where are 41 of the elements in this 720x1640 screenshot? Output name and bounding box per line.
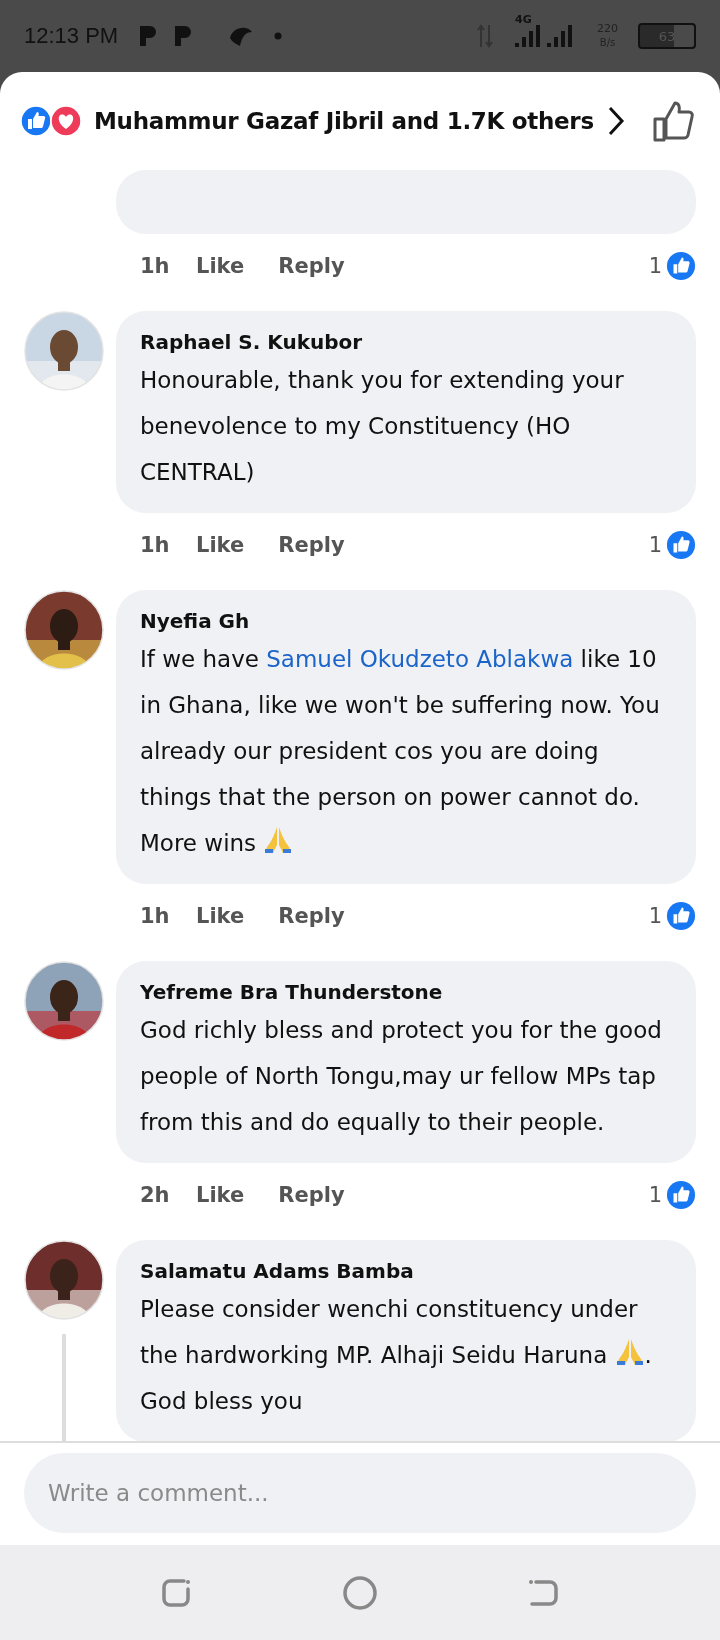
mention-link[interactable]: Samuel Okudzeto Ablakwa <box>266 646 574 672</box>
comment-input[interactable]: Write a comment... <box>24 1453 696 1533</box>
reply-link[interactable]: Reply <box>278 904 345 928</box>
comment-text: If we have Samuel Okudzeto Ablakwa like 10 in Ghana, like we won't be suffering now. You already our president cos you are doing things that the person on power cannot do. More wins <box>140 645 661 858</box>
reaction-count: 1 <box>648 254 662 278</box>
like-reaction-icon <box>666 901 696 931</box>
praying-hands-icon <box>614 1337 645 1367</box>
home-icon[interactable] <box>342 1574 378 1611</box>
comment-time: 1h <box>140 254 171 278</box>
commenter-name[interactable]: Raphael S. Kukubor <box>140 327 674 357</box>
commenter-name[interactable]: Nyefia Gh <box>140 606 674 636</box>
comment-text: God richly bless and protect you for the good people of North Tongu,may ur fellow MPs tap from this and do equally to their people. <box>140 1016 663 1137</box>
love-reaction-icon <box>50 105 82 137</box>
like-link[interactable]: Like <box>196 533 245 557</box>
dot-icon <box>274 32 283 40</box>
like-reaction-icon <box>20 105 52 137</box>
like-reaction-icon <box>666 251 696 281</box>
like-link[interactable]: Like <box>196 1183 245 1207</box>
praying-hands-icon <box>263 825 294 855</box>
like-reaction-icon <box>666 1180 696 1210</box>
comment-time: 1h <box>140 904 171 928</box>
reply-link[interactable]: Reply <box>278 254 345 278</box>
network-type: 4G <box>515 13 532 26</box>
reply-link[interactable]: Reply <box>278 1183 345 1207</box>
reaction-count: 1 <box>648 1183 662 1207</box>
reactions-summary-link[interactable]: Muhammur Gazaf Jibril and 1.7K others <box>94 108 594 134</box>
reaction-count: 1 <box>648 904 662 928</box>
reaction-count: 1 <box>648 533 662 557</box>
comment-time: 2h <box>140 1183 171 1207</box>
like-link[interactable]: Like <box>196 904 245 928</box>
comment-time: 1h <box>140 533 171 557</box>
like-reaction-icon <box>666 530 696 560</box>
commenter-name[interactable]: Yefreme Bra Thunderstone <box>140 977 674 1007</box>
comment-text: Honourable, thank you for extending your benevolence to my Constituency (HO CENTRAL) <box>140 366 625 487</box>
like-link[interactable]: Like <box>196 254 245 278</box>
commenter-name[interactable]: Salamatu Adams Bamba <box>140 1256 674 1286</box>
comment-text: Please consider wenchi constituency under the hardworking MP. Alhaji Seidu Haruna . God bless you <box>140 1295 653 1416</box>
recent-apps-icon[interactable] <box>160 1576 192 1609</box>
reply-link[interactable]: Reply <box>278 533 345 557</box>
thumbs-up-icon[interactable] <box>652 99 696 143</box>
status-time: 12:13 PM <box>24 23 119 49</box>
